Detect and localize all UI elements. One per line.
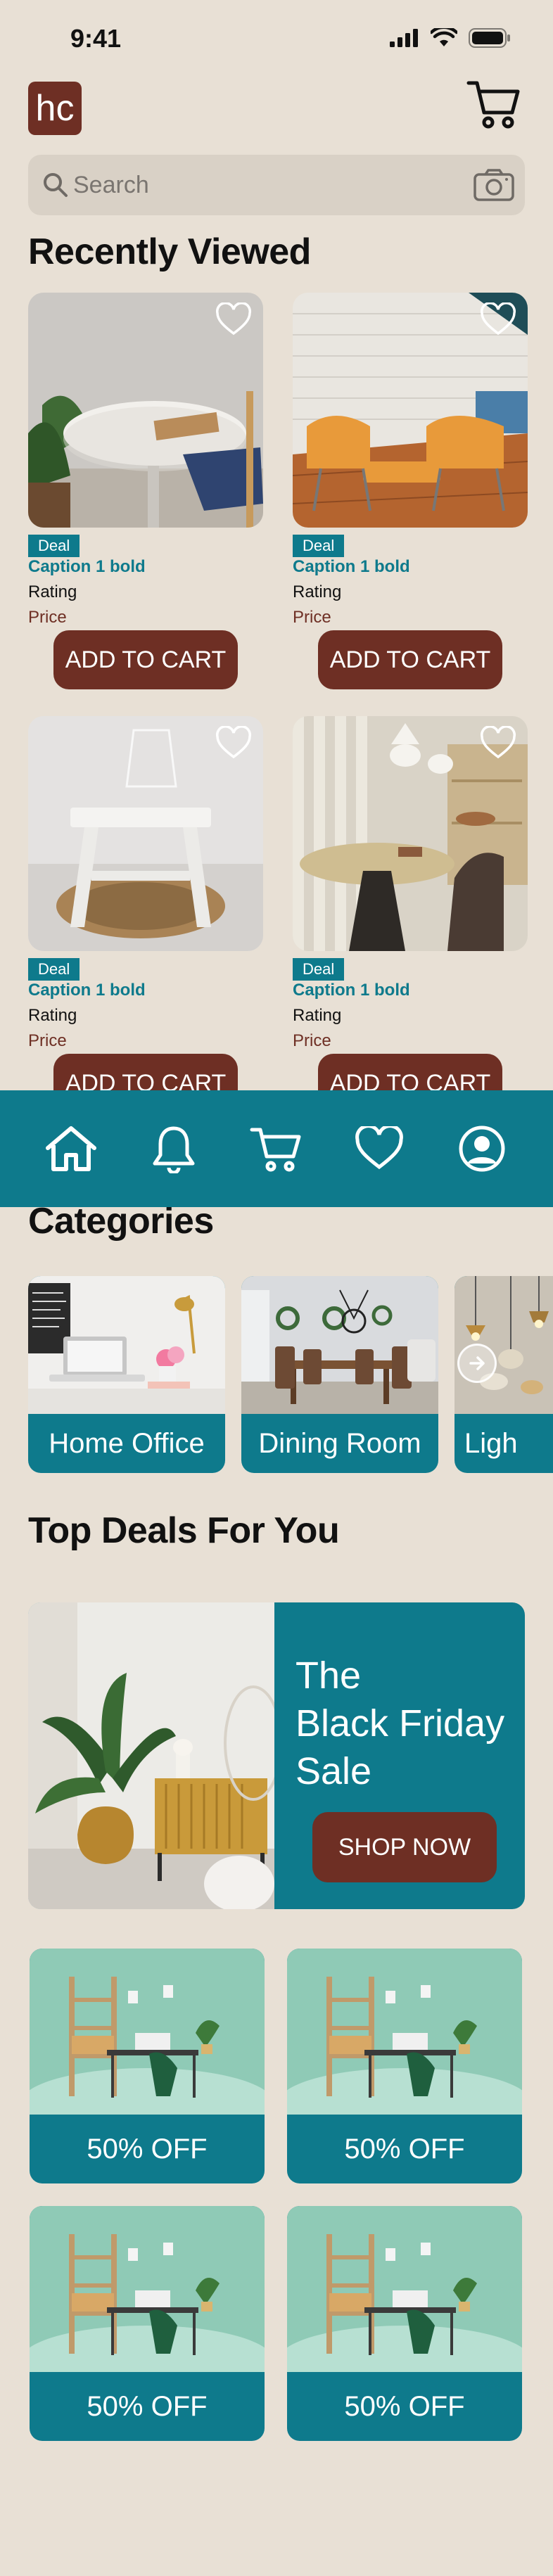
arrow-right-icon (469, 1356, 485, 1370)
product-rating: Rating (28, 1006, 77, 1025)
product-image[interactable] (293, 293, 528, 528)
product-card[interactable]: Deal Caption 1 bold Rating Price ADD TO … (293, 293, 528, 689)
search-icon (44, 173, 68, 197)
banner-title-line: The (295, 1654, 362, 1697)
deal-card[interactable]: 50% OFF (30, 1949, 265, 2183)
categories-carousel[interactable]: Home Office Dining Room Ligh (28, 1276, 553, 1473)
product-caption: Caption 1 bold (293, 981, 410, 1000)
favorite-heart-icon[interactable] (215, 302, 252, 336)
product-image[interactable] (28, 293, 263, 528)
deal-label: 50% OFF (87, 2133, 208, 2164)
product-price: Price (293, 1031, 331, 1050)
deal-card[interactable]: 50% OFF (287, 2206, 522, 2441)
product-rating: Rating (28, 582, 77, 601)
signal-icon (390, 29, 418, 47)
favorite-heart-icon[interactable] (480, 726, 516, 760)
product-price: Price (293, 608, 331, 627)
living-room-image (28, 1602, 274, 1909)
add-to-cart-button[interactable]: ADD TO CART (53, 630, 238, 689)
category-label: Home Office (49, 1427, 205, 1459)
brand-logo[interactable]: hc (28, 82, 82, 135)
heart-icon (355, 1126, 403, 1170)
cart-icon (250, 1128, 301, 1172)
desk-setup-image (287, 2206, 522, 2372)
profile-icon (459, 1126, 505, 1172)
status-bar: 9:41 (0, 0, 553, 77)
banner-title-line: Black Friday (295, 1702, 505, 1745)
home-office-image (28, 1276, 225, 1414)
bottom-tab-bar (0, 1090, 553, 1207)
category-dining-room[interactable]: Dining Room (241, 1276, 438, 1473)
tab-home[interactable] (41, 1118, 101, 1179)
tab-profile[interactable] (452, 1118, 512, 1179)
desk-setup-image (30, 1949, 265, 2115)
dining-room-image (241, 1276, 438, 1414)
product-image[interactable] (293, 716, 528, 951)
home-icon (46, 1126, 96, 1171)
cart-icon[interactable] (466, 77, 522, 131)
search-input[interactable] (73, 155, 467, 215)
deal-card[interactable]: 50% OFF (30, 2206, 265, 2441)
add-to-cart-button[interactable]: ADD TO CART (318, 630, 502, 689)
banner-title: The Black Friday Sale (295, 1652, 514, 1795)
battery-icon (469, 28, 510, 48)
product-image[interactable] (28, 716, 263, 951)
status-icons (390, 28, 511, 48)
desk-setup-image (287, 1949, 522, 2115)
deal-card[interactable]: 50% OFF (287, 1949, 522, 2183)
favorite-heart-icon[interactable] (215, 726, 252, 760)
tab-notifications[interactable] (144, 1118, 204, 1179)
camera-icon[interactable] (473, 167, 515, 203)
product-rating: Rating (293, 582, 342, 601)
product-card[interactable]: Deal Caption 1 bold Rating Price ADD TO … (28, 293, 263, 689)
wifi-icon (431, 28, 457, 46)
desk-setup-image (30, 2206, 265, 2372)
favorite-heart-icon[interactable] (480, 302, 516, 336)
recently-viewed-title: Recently Viewed (28, 231, 311, 272)
product-price: Price (28, 608, 67, 627)
deal-badge: Deal (293, 535, 345, 557)
category-label: Ligh (464, 1427, 518, 1459)
product-caption: Caption 1 bold (28, 981, 146, 1000)
black-friday-banner[interactable]: The Black Friday Sale SHOP NOW (28, 1602, 525, 1909)
status-time: 9:41 (70, 24, 122, 53)
tab-cart[interactable] (246, 1118, 307, 1179)
product-rating: Rating (293, 1006, 342, 1025)
deal-badge: Deal (28, 958, 80, 981)
carousel-next-button[interactable] (457, 1344, 497, 1383)
search-bar[interactable] (28, 155, 525, 215)
deal-badge: Deal (28, 535, 80, 557)
deal-label: 50% OFF (344, 2390, 465, 2422)
tab-favorites[interactable] (349, 1118, 409, 1179)
product-price: Price (28, 1031, 67, 1050)
deal-badge: Deal (293, 958, 345, 981)
bell-icon (153, 1126, 195, 1173)
product-card[interactable]: Deal Caption 1 bold Rating Price ADD TO … (28, 716, 263, 1113)
product-caption: Caption 1 bold (28, 557, 146, 576)
product-caption: Caption 1 bold (293, 557, 410, 576)
category-home-office[interactable]: Home Office (28, 1276, 225, 1473)
deal-label: 50% OFF (344, 2133, 465, 2164)
category-label: Dining Room (258, 1427, 421, 1459)
deal-label: 50% OFF (87, 2390, 208, 2422)
top-deals-title: Top Deals For You (28, 1510, 340, 1551)
shop-now-button[interactable]: SHOP NOW (312, 1812, 497, 1882)
banner-title-line: Sale (295, 1750, 372, 1792)
product-card[interactable]: Deal Caption 1 bold Rating Price ADD TO … (293, 716, 528, 1113)
